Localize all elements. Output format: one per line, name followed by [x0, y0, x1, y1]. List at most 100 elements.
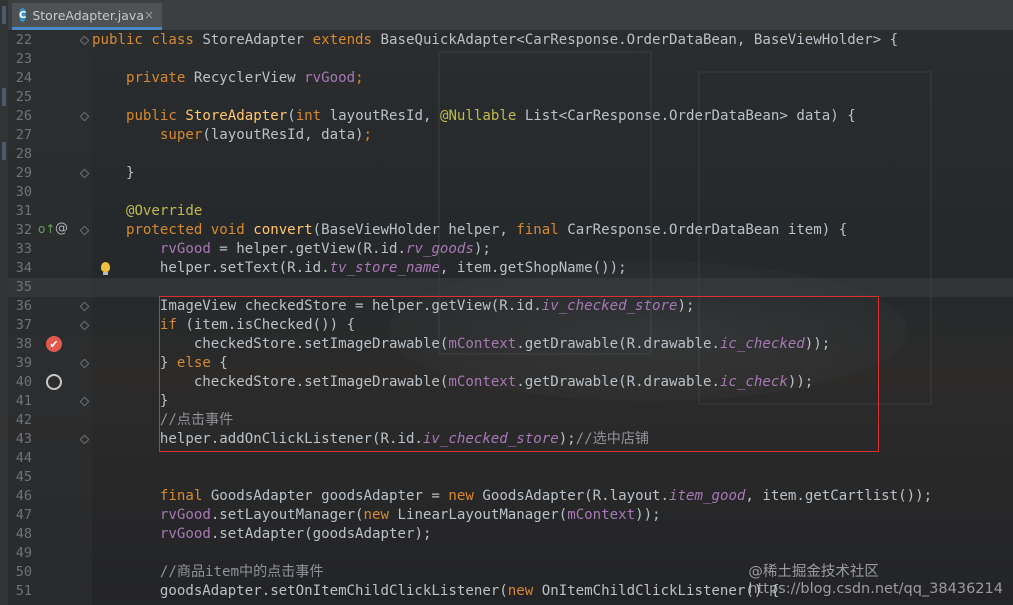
fold-marker-icon[interactable] [79, 111, 90, 122]
code-token: protected void [125, 222, 254, 238]
tab-storeadapter-java[interactable]: C StoreAdapter.java × [12, 3, 162, 30]
breakpoint-checked-icon[interactable]: ✔ [46, 336, 62, 352]
editor-tab-bar: C StoreAdapter.java × [0, 0, 1013, 31]
code-line[interactable]: 27 super(layoutResId, data); [8, 126, 1013, 145]
line-number: 51 [15, 583, 32, 599]
code-token: helper.setText(R.id. [92, 260, 330, 276]
code-token: public class [92, 32, 203, 48]
fold-marker-icon[interactable] [79, 396, 90, 407]
watermark-url: https://blog.csdn.net/qq_38436214 [748, 581, 1003, 597]
code-token: mContext [567, 507, 636, 523]
fold-marker-icon[interactable] [79, 434, 90, 445]
code-line[interactable]: 30 [8, 183, 1013, 202]
code-token: ( [287, 108, 296, 124]
code-text: //商品item中的点击事件 [92, 563, 324, 582]
code-line[interactable]: 46 final GoodsAdapter goodsAdapter = new… [8, 487, 1013, 506]
code-token: private [125, 70, 194, 86]
line-number: 41 [15, 393, 32, 409]
code-token: int [295, 108, 330, 124]
code-text: helper.setText(R.id.tv_store_name, item.… [92, 259, 627, 278]
code-token: } [92, 165, 135, 181]
line-number: 44 [15, 450, 32, 466]
code-line[interactable]: 26 public StoreAdapter(int layoutResId, … [8, 107, 1013, 126]
code-line[interactable]: 47 rvGood.setLayoutManager(new LinearLay… [8, 506, 1013, 525]
watermark-cn: @稀土掘金技术社区 [748, 564, 879, 580]
code-line[interactable]: 45 [8, 468, 1013, 487]
line-number: 32 [15, 222, 32, 238]
code-token: CarResponse.OrderDataBean item) { [567, 222, 848, 238]
fold-marker-icon[interactable] [79, 168, 90, 179]
code-line[interactable]: 23 [8, 50, 1013, 69]
line-number: 27 [15, 127, 32, 143]
line-number: 33 [15, 241, 32, 257]
fold-marker-icon[interactable] [79, 320, 90, 331]
line-number: 28 [15, 146, 32, 162]
code-text: } [92, 392, 169, 411]
code-text: protected void convert(BaseViewHolder he… [92, 221, 847, 240]
breakpoint-unchecked-icon[interactable] [46, 374, 62, 390]
override-method-icon[interactable]: o↑ [38, 222, 55, 236]
code-token: StoreAdapter [202, 32, 313, 48]
code-line[interactable]: 22 public class StoreAdapter extends Base… [8, 31, 1013, 50]
code-text: public StoreAdapter(int layoutResId, @Nu… [92, 107, 856, 126]
code-line[interactable]: 24 private RecyclerView rvGood; [8, 69, 1013, 88]
fold-marker-icon[interactable] [79, 35, 90, 46]
code-token: List<CarResponse.OrderDataBean> data) { [524, 108, 856, 124]
fold-marker-icon[interactable] [79, 358, 90, 369]
code-line[interactable]: 33 rvGood = helper.getView(R.id.rv_goods… [8, 240, 1013, 259]
code-text: @Override [92, 202, 202, 221]
fold-marker-icon[interactable] [79, 225, 90, 236]
code-token: final [516, 222, 568, 238]
lightbulb-intention-icon[interactable] [101, 262, 110, 275]
code-text: rvGood = helper.getView(R.id.rv_goods); [92, 240, 499, 259]
line-number: 24 [15, 70, 32, 86]
line-number: 47 [15, 507, 32, 523]
code-token: (BaseViewHolder helper, [312, 222, 517, 238]
line-number: 35 [15, 279, 32, 295]
code-text: rvGood.setAdapter(goodsAdapter); [92, 525, 432, 544]
code-token: rvGood [159, 507, 211, 523]
code-line[interactable]: 25 [8, 88, 1013, 107]
line-number: 31 [15, 203, 32, 219]
code-text: private RecyclerView rvGood; [92, 69, 364, 88]
close-tab-icon[interactable]: × [144, 8, 154, 22]
line-number: 29 [15, 165, 32, 181]
annotation-gutter-icon[interactable]: @ [55, 221, 68, 236]
line-number: 23 [15, 51, 32, 67]
code-token: GoodsAdapter goodsAdapter = [210, 488, 449, 504]
code-line[interactable]: 34 helper.setText(R.id.tv_store_name, it… [8, 259, 1013, 278]
code-token: new [448, 488, 483, 504]
code-token: @Nullable [439, 108, 525, 124]
code-token: (layoutResId, data) [202, 127, 364, 143]
code-token: GoodsAdapter(R.layout. [482, 488, 670, 504]
code-token: OnItemChildClickListener() { [541, 583, 780, 599]
code-line[interactable]: 31 @Override [8, 202, 1013, 221]
code-line[interactable]: 48 rvGood.setAdapter(goodsAdapter); [8, 525, 1013, 544]
code-token: rvGood [304, 70, 356, 86]
code-token: new [507, 583, 542, 599]
code-line[interactable]: 35 [8, 278, 1013, 297]
code-token: ; [355, 70, 364, 86]
code-token: final [159, 488, 211, 504]
code-token: extends [312, 32, 381, 48]
fold-marker-icon[interactable] [79, 301, 90, 312]
line-number: 39 [15, 355, 32, 371]
code-line[interactable]: 28 [8, 145, 1013, 164]
line-number: 50 [15, 564, 32, 580]
line-number: 25 [15, 89, 32, 105]
line-number: 38 [15, 336, 32, 352]
code-line[interactable]: 29 } [8, 164, 1013, 183]
code-line[interactable]: 32 protected void convert(BaseViewHolder… [8, 221, 1013, 240]
code-token: , item.getCartlist()); [745, 488, 933, 504]
highlight-box [159, 296, 879, 452]
code-editor[interactable]: 22 public class StoreAdapter extends Base… [8, 31, 1013, 605]
code-token: //商品item中的点击事件 [159, 564, 324, 580]
code-token: ; [363, 127, 373, 143]
line-number: 36 [15, 298, 32, 314]
